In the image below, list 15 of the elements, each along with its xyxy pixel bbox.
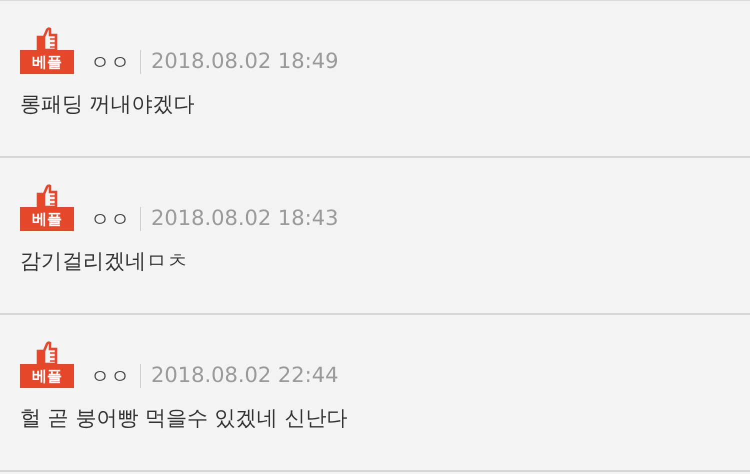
author-name: ㅇㅇ xyxy=(90,52,130,72)
best-comment-badge: 베플 xyxy=(20,50,74,74)
author-name: ㅇㅇ xyxy=(90,366,130,386)
thumbs-up-icon xyxy=(36,27,58,51)
comment-date: 2018.08.02 18:43 xyxy=(151,208,338,229)
best-comment-badge: 베플 xyxy=(20,364,74,388)
author-name: ㅇㅇ xyxy=(90,209,130,229)
comment-text: 롱패딩 꺼내야겠다 xyxy=(20,94,196,115)
comment-text: 감기걸리겠네ㅁㅊ xyxy=(20,251,189,272)
comment-date: 2018.08.02 18:49 xyxy=(151,51,338,72)
best-comment-badge: 베플 xyxy=(20,207,74,231)
thumbs-up-icon xyxy=(36,341,58,365)
comment-text: 헐 곧 붕어빵 먹을수 있겠네 신난다 xyxy=(20,408,348,429)
comment-date: 2018.08.02 22:44 xyxy=(151,365,338,386)
thumbs-up-icon xyxy=(36,184,58,208)
